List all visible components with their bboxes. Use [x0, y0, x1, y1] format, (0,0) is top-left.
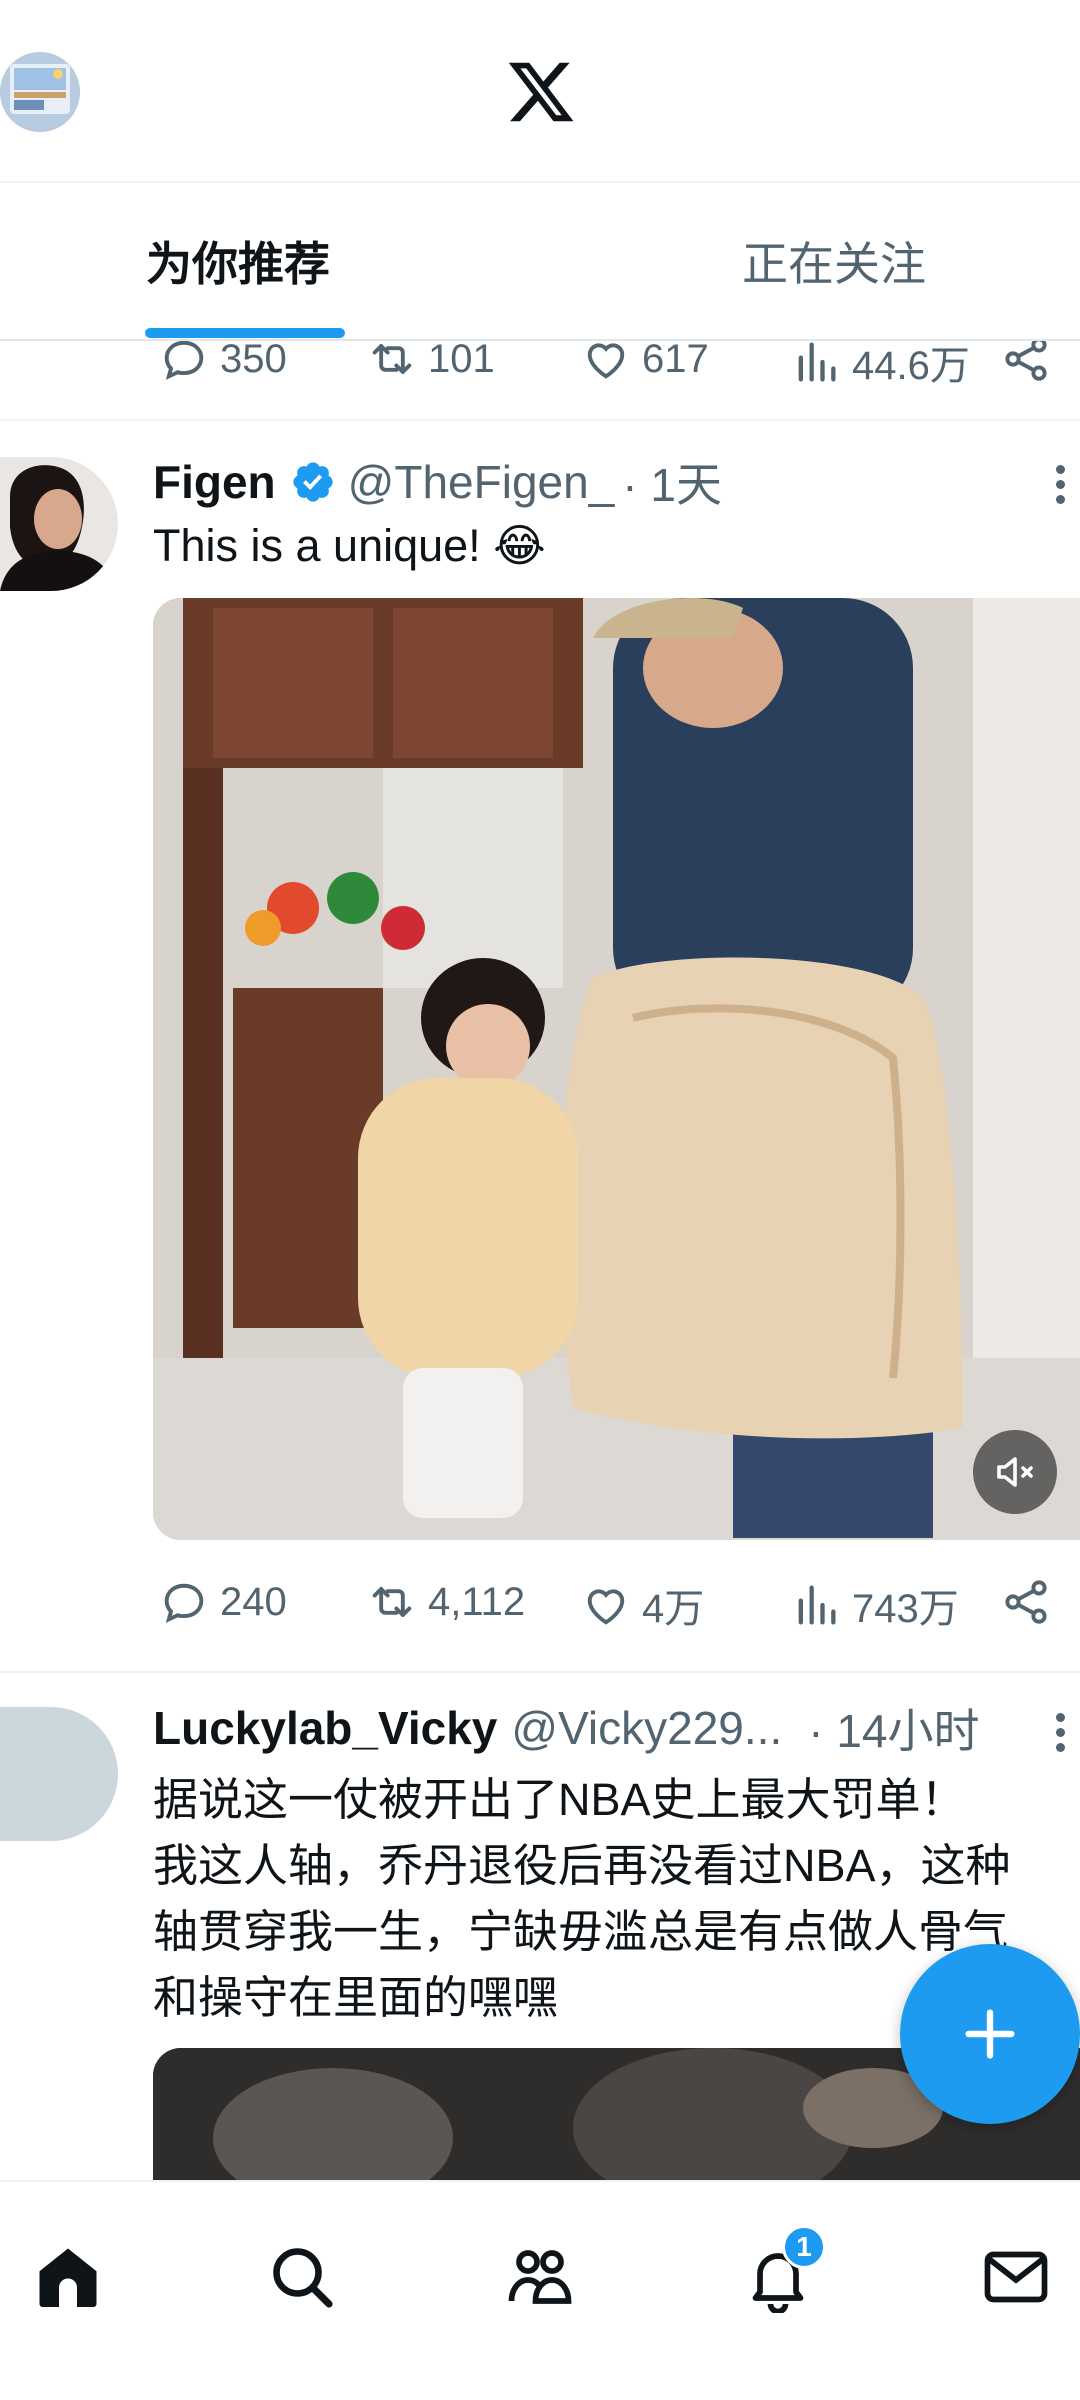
share-button[interactable] [1000, 341, 1052, 385]
tweet-text-line: 据说这一仗被开出了NBA史上最大罚单！ [153, 1774, 966, 1825]
retweet-button[interactable]: 4,112 [366, 1576, 525, 1628]
views-count: 44.6万 [852, 344, 970, 388]
tweet-text: This is a unique! 😂 [153, 520, 546, 571]
compose-icon [965, 2009, 1015, 2059]
tweet-figen[interactable]: Figen @TheFigen_ · 1天 This is a unique! … [0, 421, 1080, 1671]
account-avatar[interactable] [0, 52, 80, 132]
retweet-count: 4,112 [428, 1579, 526, 1624]
tweet-time: · 1天 [622, 459, 722, 511]
mute-icon [997, 1457, 1033, 1487]
like-icon [587, 343, 625, 379]
tweet-text-line: 和操守在里面的嘿嘿 [153, 1972, 559, 2023]
x-logo-icon [505, 56, 577, 128]
home-icon [39, 2248, 97, 2307]
search-icon [273, 2248, 333, 2308]
tweet-video[interactable] [153, 598, 1080, 1540]
tweet-text-line: 轴贯穿我一生，宁缺毋滥总是有点做人骨气 [153, 1906, 1009, 1957]
active-tab-indicator [145, 328, 345, 338]
views-icon [798, 1585, 836, 1625]
author-handle[interactable]: @TheFigen_ [348, 455, 615, 509]
tweet-header: Luckylab_Vicky @Vicky229... · 14小时 [153, 1695, 980, 1761]
reply-count: 240 [220, 1579, 287, 1624]
tweet-text-line: 我这人轴，乔丹退役后再没看过NBA，这种 [153, 1840, 1011, 1891]
author-name[interactable]: Luckylab_Vicky [153, 1701, 497, 1755]
views-count: 743万 [852, 1587, 959, 1631]
compose-button[interactable] [900, 1944, 1080, 2124]
like-count: 4万 [642, 1587, 705, 1631]
nav-notifications[interactable]: 1 [738, 2225, 826, 2317]
bottom-nav: 1 [0, 2180, 1080, 2400]
reply-icon [164, 1583, 204, 1623]
nav-search[interactable] [262, 2237, 342, 2317]
tab-for-you[interactable]: 为你推荐 [146, 183, 330, 339]
views-button[interactable]: 44.6万 [790, 341, 970, 391]
author-avatar[interactable] [0, 457, 118, 591]
reply-count: 350 [220, 341, 287, 381]
verified-icon [293, 462, 333, 502]
reply-icon [164, 341, 204, 380]
tweet-time: · 14小时 [808, 1705, 980, 1757]
tab-following[interactable]: 正在关注 [742, 183, 926, 339]
retweet-icon [372, 1587, 412, 1617]
more-icon[interactable] [1056, 1707, 1080, 1758]
top-bar [0, 0, 1080, 183]
reply-button[interactable]: 240 [158, 1576, 287, 1628]
like-button[interactable]: 617 [580, 341, 709, 385]
share-button[interactable] [1000, 1576, 1052, 1628]
tweet-actions: 240 4,112 4万 743万 [0, 1576, 1080, 1646]
share-icon [1005, 1580, 1047, 1624]
like-icon [587, 1589, 625, 1625]
reply-button[interactable]: 350 [158, 341, 287, 385]
views-button[interactable]: 743万 [790, 1576, 959, 1634]
timeline-tabs: 为你推荐 正在关注 [0, 183, 1080, 341]
like-count: 617 [642, 341, 709, 381]
like-button[interactable]: 4万 [580, 1576, 704, 1634]
nav-home[interactable] [28, 2237, 108, 2317]
nav-messages[interactable] [976, 2237, 1056, 2317]
tweet-header: Figen @TheFigen_ · 1天 [153, 449, 722, 515]
author-name[interactable]: Figen [153, 455, 276, 509]
retweet-count: 101 [428, 341, 495, 381]
retweet-icon [372, 344, 412, 374]
communities-icon [508, 2250, 572, 2304]
prev-tweet-actions: 350 101 617 44.6万 [0, 341, 1080, 421]
more-icon[interactable] [1056, 459, 1080, 510]
mute-button[interactable] [973, 1430, 1057, 1514]
author-avatar[interactable] [0, 1707, 118, 1841]
notifications-badge: 1 [782, 2225, 826, 2269]
messages-icon [984, 2251, 1048, 2303]
retweet-button[interactable]: 101 [366, 341, 495, 385]
author-handle[interactable]: @Vicky229... [511, 1701, 782, 1755]
share-icon [1005, 341, 1047, 381]
views-icon [798, 342, 836, 382]
nav-communities[interactable] [500, 2237, 580, 2317]
